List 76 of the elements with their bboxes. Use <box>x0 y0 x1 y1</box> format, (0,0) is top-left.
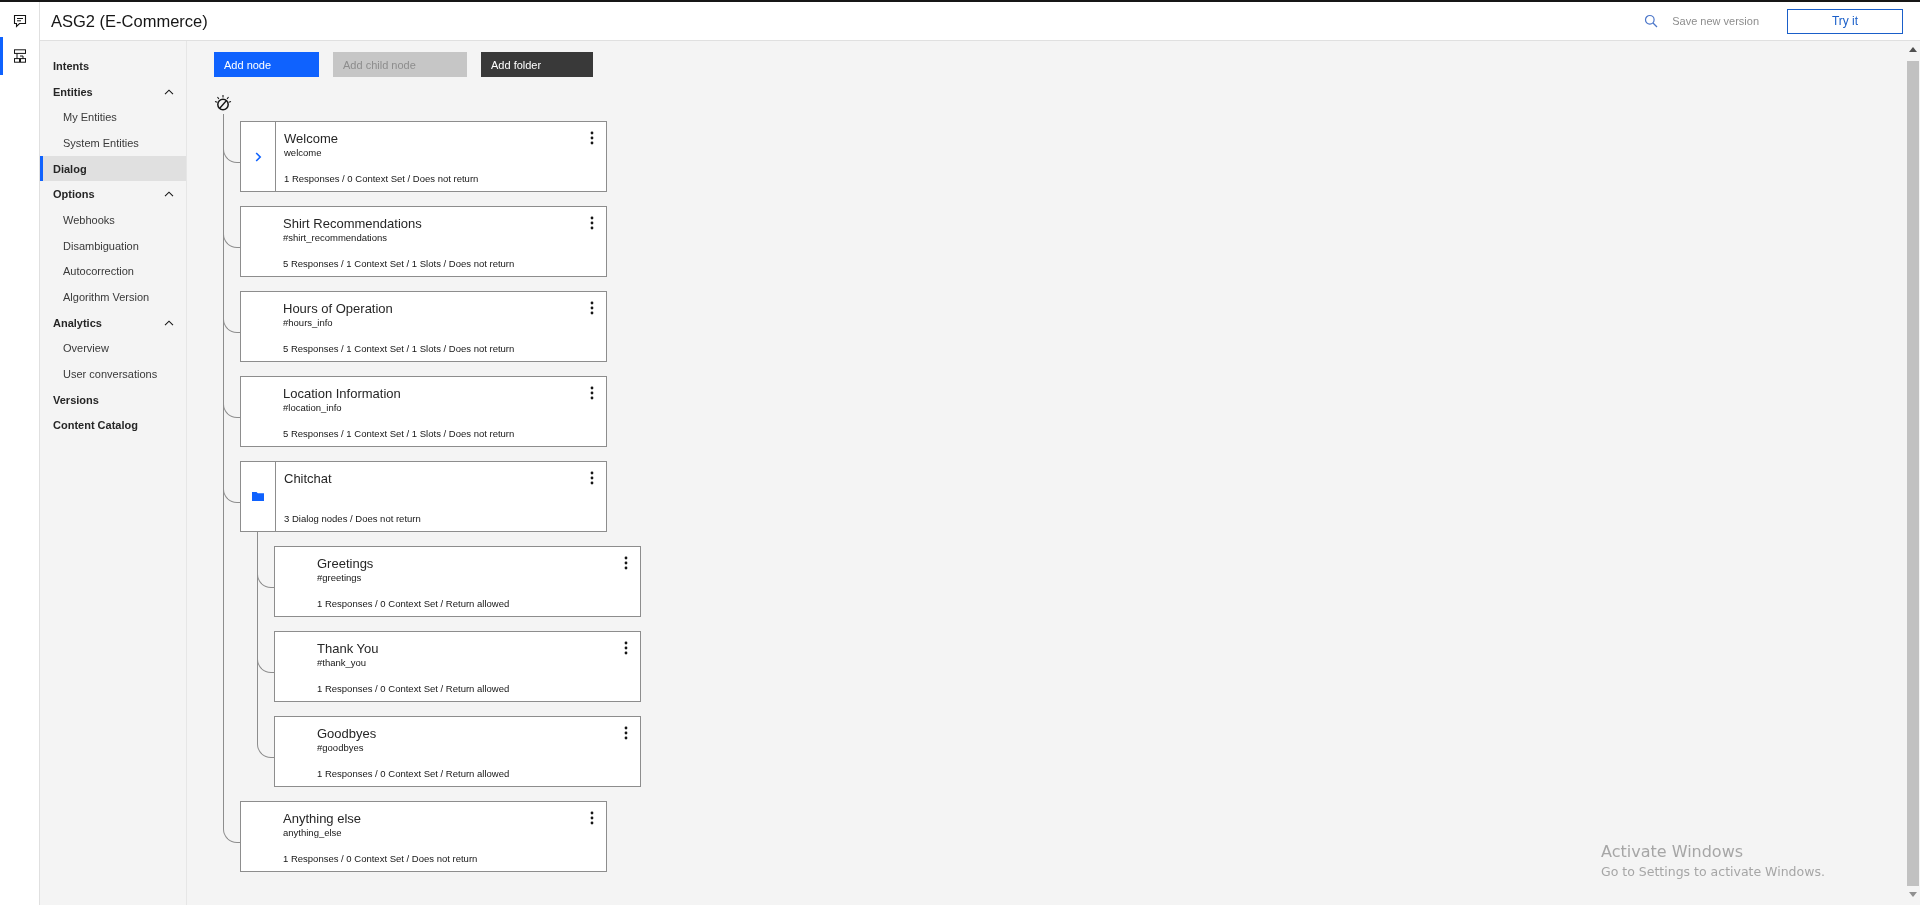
node-title: Anything else <box>283 810 362 827</box>
overflow-menu-icon[interactable] <box>590 216 594 230</box>
node-condition: #shirt_recommendations <box>283 232 388 244</box>
node-title: Welcome <box>284 130 338 147</box>
scroll-up-icon[interactable] <box>1909 47 1917 52</box>
sidebar-item[interactable]: Overview <box>40 335 186 362</box>
toolbar-button[interactable]: Add folder <box>481 52 593 77</box>
node-condition: welcome <box>284 147 322 159</box>
overflow-menu-icon[interactable] <box>590 131 594 145</box>
node-summary: 1 Responses / 0 Context Set / Return allowed <box>317 598 510 610</box>
activation-message: Go to Settings to activate Windows. <box>1601 864 1825 879</box>
sidebar-item[interactable]: My Entities <box>40 104 186 131</box>
dialog-node-card[interactable]: Thank You #thank_you 1 Responses / 0 Context Set / Return allowed <box>274 631 641 702</box>
folder-icon <box>252 492 264 501</box>
sidebar-item[interactable]: Analytics <box>40 309 186 336</box>
node-title: Greetings <box>317 555 374 572</box>
overflow-menu-icon[interactable] <box>624 726 628 740</box>
node-condition: #greetings <box>317 572 362 584</box>
node-summary: 5 Responses / 1 Context Set / 1 Slots / Does not return <box>283 343 515 355</box>
sidebar-item[interactable]: System Entities <box>40 130 186 156</box>
dialog-node-card[interactable]: Shirt Recommendations #shirt_recommendations 5 Responses / 1 Context Set / 1 Slots / Does not return <box>240 206 607 277</box>
node-title: Location Information <box>283 385 401 402</box>
toolbar-button[interactable]: Add node <box>214 52 319 77</box>
sidebar-item[interactable]: User conversations <box>40 361 186 387</box>
node-summary: 1 Responses / 0 Context Set / Return allowed <box>317 683 510 695</box>
sidebar-item[interactable]: Dialog <box>40 155 186 182</box>
chevron-up-icon[interactable] <box>164 319 174 326</box>
node-condition: anything_else <box>283 827 342 839</box>
overflow-menu-icon[interactable] <box>624 641 628 655</box>
node-title: Hours of Operation <box>283 300 393 317</box>
sidebar-item[interactable]: Algorithm Version <box>40 284 186 310</box>
sidebar-item[interactable]: Entities <box>40 78 186 105</box>
node-condition: #goodbyes <box>317 742 364 754</box>
node-summary: 5 Responses / 1 Context Set / 1 Slots / Does not return <box>283 428 515 440</box>
sidebar-item[interactable]: Webhooks <box>40 207 186 233</box>
dialog-node-card[interactable]: Location Information #location_info 5 Responses / 1 Context Set / 1 Slots / Does not return <box>240 376 607 447</box>
node-summary: 3 Dialog nodes / Does not return <box>284 513 421 525</box>
node-summary: 1 Responses / 0 Context Set / Return allowed <box>317 768 510 780</box>
chevron-up-icon[interactable] <box>164 88 174 95</box>
sidebar-item[interactable]: Intents <box>40 53 186 79</box>
sidebar-item[interactable]: Versions <box>40 386 186 413</box>
dialog-node-card[interactable]: Anything else anything_else 1 Responses / 0 Context Set / Does not return <box>240 801 607 872</box>
node-title: Chitchat <box>284 470 332 487</box>
overflow-menu-icon[interactable] <box>624 556 628 570</box>
node-condition: #hours_info <box>283 317 333 329</box>
node-condition: #thank_you <box>317 657 367 669</box>
dialog-node-card[interactable]: Greetings #greetings 1 Responses / 0 Context Set / Return allowed <box>274 546 641 617</box>
dialog-node-card[interactable]: Chitchat 3 Dialog nodes / Does not return <box>240 461 607 532</box>
dialog-node-card[interactable]: Hours of Operation #hours_info 5 Responses / 1 Context Set / 1 Slots / Does not return <box>240 291 607 362</box>
search-icon[interactable] <box>1644 14 1659 28</box>
node-summary: 1 Responses / 0 Context Set / Does not return <box>284 173 479 185</box>
dialog-node-card[interactable]: Goodbyes #goodbyes 1 Responses / 0 Context Set / Return allowed <box>274 716 641 787</box>
sidebar-item[interactable]: Disambiguation <box>40 232 186 259</box>
node-summary: 1 Responses / 0 Context Set / Does not return <box>283 853 478 865</box>
chat-icon[interactable] <box>12 14 27 28</box>
node-title: Thank You <box>317 640 379 657</box>
node-summary: 5 Responses / 1 Context Set / 1 Slots / Does not return <box>283 258 515 270</box>
scrollbar-thumb[interactable] <box>1907 61 1919 886</box>
node-title: Goodbyes <box>317 725 377 742</box>
activation-title: Activate Windows <box>1601 842 1745 861</box>
node-title: Shirt Recommendations <box>283 215 422 232</box>
app-title: ASG2 (E-Commerce) <box>51 11 208 31</box>
sidebar-item[interactable]: Autocorrection <box>40 258 186 285</box>
sidebar-item[interactable]: Options <box>40 181 186 208</box>
scroll-down-icon[interactable] <box>1909 892 1917 897</box>
sidebar-item[interactable]: Content Catalog <box>40 412 186 439</box>
overflow-menu-icon[interactable] <box>590 471 594 485</box>
node-condition: #location_info <box>283 402 342 414</box>
chevron-up-icon[interactable] <box>164 191 174 198</box>
try-it-button[interactable]: Try it <box>1787 8 1903 34</box>
overflow-menu-icon[interactable] <box>590 386 594 400</box>
overflow-menu-icon[interactable] <box>590 811 594 825</box>
tree-icon[interactable] <box>12 49 27 63</box>
chevron-right-icon[interactable] <box>254 151 262 162</box>
dialog-node-card[interactable]: Welcome welcome 1 Responses / 0 Context Set / Does not return <box>240 121 607 192</box>
overflow-menu-icon[interactable] <box>590 301 594 315</box>
